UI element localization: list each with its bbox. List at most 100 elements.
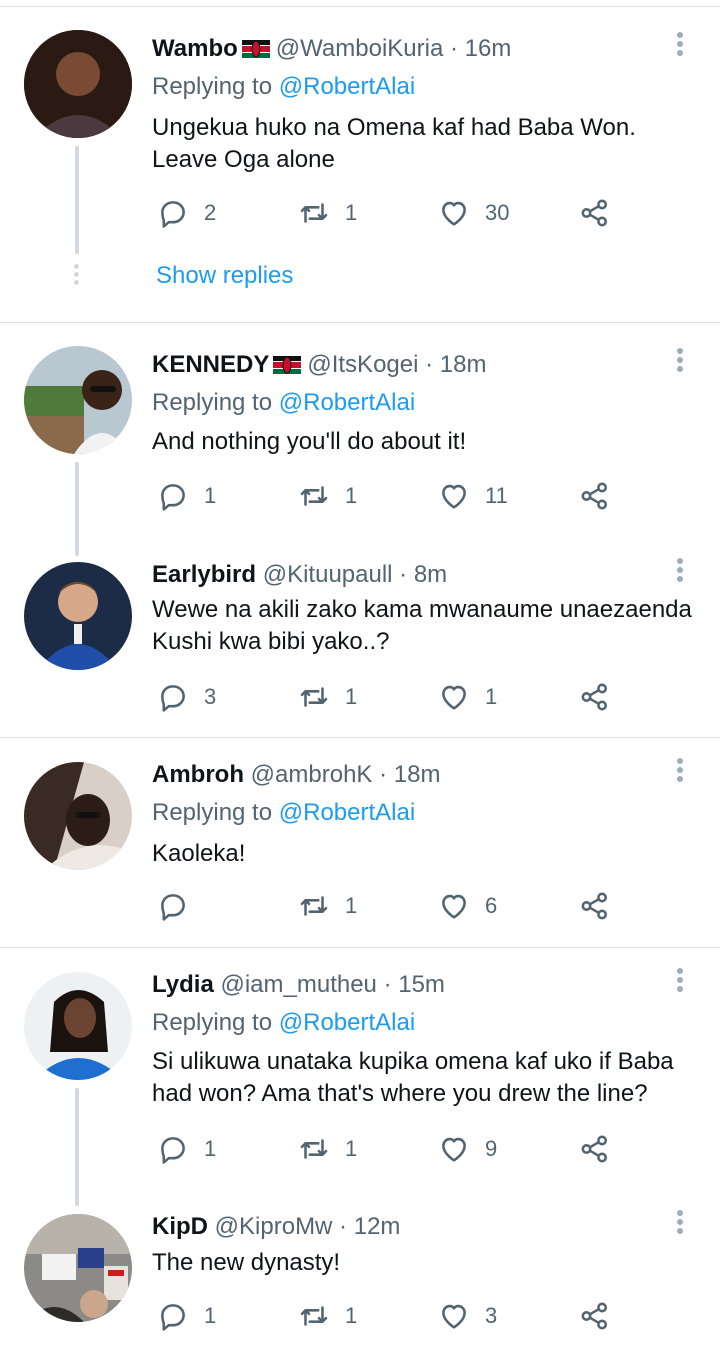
top-divider xyxy=(0,6,720,7)
reply-button[interactable] xyxy=(156,886,190,926)
thread-line xyxy=(75,146,79,254)
thread-line xyxy=(75,1088,79,1206)
reply-icon xyxy=(161,894,185,921)
tweet-actions: 1 1 3 xyxy=(152,1296,622,1336)
separator-dot: · xyxy=(372,761,394,788)
tweet-header: Earlybird @Kituupaull · 8m xyxy=(152,560,447,590)
reply-count: 1 xyxy=(204,1303,217,1328)
share-icon xyxy=(581,683,608,711)
avatar[interactable] xyxy=(24,30,132,138)
avatar[interactable] xyxy=(24,562,132,670)
display-name[interactable]: KENNEDY xyxy=(152,351,269,378)
more-options-icon[interactable] xyxy=(668,758,692,786)
share-button[interactable] xyxy=(578,1129,612,1169)
like-button[interactable]: 30 xyxy=(437,193,509,233)
timestamp[interactable]: 15m xyxy=(398,971,445,998)
retweet-button[interactable]: 1 xyxy=(297,1296,357,1336)
share-icon xyxy=(581,199,608,227)
retweet-button[interactable]: 1 xyxy=(297,1129,357,1169)
avatar-photo xyxy=(24,346,132,454)
timestamp[interactable]: 16m xyxy=(465,35,512,62)
tweet-text: Ungekua huko na Omena kaf had Baba Won. … xyxy=(152,114,636,173)
tweet-header: Wambo @WamboiKuria · 16m xyxy=(152,34,511,64)
retweet-button[interactable]: 1 xyxy=(297,677,357,717)
mention-link[interactable]: @RobertAlai xyxy=(279,389,415,416)
display-name[interactable]: Earlybird xyxy=(152,561,256,588)
retweet-button[interactable]: 1 xyxy=(297,476,357,516)
avatar-photo xyxy=(24,562,132,670)
reply-button[interactable]: 1 xyxy=(156,1129,216,1169)
avatar[interactable] xyxy=(24,1214,132,1322)
divider xyxy=(0,737,720,738)
share-button[interactable] xyxy=(578,677,612,717)
separator-dot: · xyxy=(376,971,399,998)
separator-dot: · xyxy=(443,35,465,62)
avatar-photo xyxy=(24,1214,132,1322)
retweet-count: 1 xyxy=(345,200,358,225)
avatar-photo xyxy=(24,762,132,870)
display-name[interactable]: Lydia xyxy=(152,971,214,998)
more-options-icon[interactable] xyxy=(668,348,692,376)
avatar[interactable] xyxy=(24,762,132,870)
tweet-header: KENNEDY @ItsKogei · 18m xyxy=(152,350,486,380)
share-button[interactable] xyxy=(578,1296,612,1336)
retweet-button[interactable]: 1 xyxy=(297,886,357,926)
share-button[interactable] xyxy=(578,886,612,926)
like-button[interactable]: 1 xyxy=(437,677,497,717)
timestamp[interactable]: 18m xyxy=(394,761,441,788)
display-name[interactable]: KipD xyxy=(152,1213,208,1240)
like-count: 9 xyxy=(485,1136,498,1161)
like-button[interactable]: 11 xyxy=(437,476,508,516)
reply-button[interactable]: 3 xyxy=(156,677,216,717)
replying-to: Replying to @RobertAlai xyxy=(152,73,416,100)
share-button[interactable] xyxy=(578,476,612,516)
reply-icon xyxy=(161,1304,185,1331)
reply-count: 1 xyxy=(204,1136,217,1161)
mention-link[interactable]: @RobertAlai xyxy=(279,1009,415,1036)
timestamp[interactable]: 8m xyxy=(414,561,447,588)
handle[interactable]: @iam_mutheu xyxy=(220,971,376,998)
reply-button[interactable]: 1 xyxy=(156,1296,216,1336)
tweet-actions: 1 1 11 xyxy=(152,476,622,516)
more-options-icon[interactable] xyxy=(668,558,692,586)
like-count: 30 xyxy=(485,200,510,225)
handle[interactable]: @KiproMw xyxy=(215,1213,333,1240)
handle[interactable]: @ItsKogei xyxy=(307,351,418,378)
kenya-flag-icon xyxy=(273,356,302,374)
reply-icon xyxy=(161,1137,185,1164)
display-name[interactable]: Wambo xyxy=(152,35,238,62)
retweet-icon xyxy=(300,687,328,707)
reply-count: 3 xyxy=(204,684,217,709)
like-button[interactable]: 6 xyxy=(437,886,497,926)
like-count: 6 xyxy=(485,893,498,918)
like-button[interactable]: 3 xyxy=(437,1296,497,1336)
tweet-text: Wewe na akili zako kama mwanaume unaezae… xyxy=(152,596,692,655)
mention-link[interactable]: @RobertAlai xyxy=(279,799,415,826)
handle[interactable]: @Kituupaull xyxy=(263,561,393,588)
more-options-icon[interactable] xyxy=(668,32,692,60)
timestamp[interactable]: 18m xyxy=(440,351,487,378)
reply-button[interactable]: 1 xyxy=(156,476,216,516)
handle[interactable]: @ambrohK xyxy=(251,761,373,788)
more-options-icon[interactable] xyxy=(668,1210,692,1238)
handle[interactable]: @WamboiKuria xyxy=(276,35,444,62)
kenya-flag-icon xyxy=(241,40,270,58)
like-button[interactable]: 9 xyxy=(437,1129,497,1169)
retweet-count: 1 xyxy=(345,1136,358,1161)
share-button[interactable] xyxy=(578,193,612,233)
avatar[interactable] xyxy=(24,346,132,454)
retweet-count: 1 xyxy=(345,684,358,709)
retweet-button[interactable]: 1 xyxy=(297,193,357,233)
tweet-header: Ambroh @ambrohK · 18m xyxy=(152,760,440,790)
timestamp[interactable]: 12m xyxy=(354,1213,401,1240)
heart-icon xyxy=(442,201,466,226)
show-replies-link[interactable]: Show replies xyxy=(156,261,293,291)
tweet-header: Lydia @iam_mutheu · 15m xyxy=(152,970,445,1000)
avatar[interactable] xyxy=(24,972,132,1080)
display-name[interactable]: Ambroh xyxy=(152,761,244,788)
retweet-count: 1 xyxy=(345,1303,358,1328)
more-options-icon[interactable] xyxy=(668,968,692,996)
retweet-icon xyxy=(300,486,328,506)
mention-link[interactable]: @RobertAlai xyxy=(279,73,415,100)
reply-button[interactable]: 2 xyxy=(156,193,216,233)
